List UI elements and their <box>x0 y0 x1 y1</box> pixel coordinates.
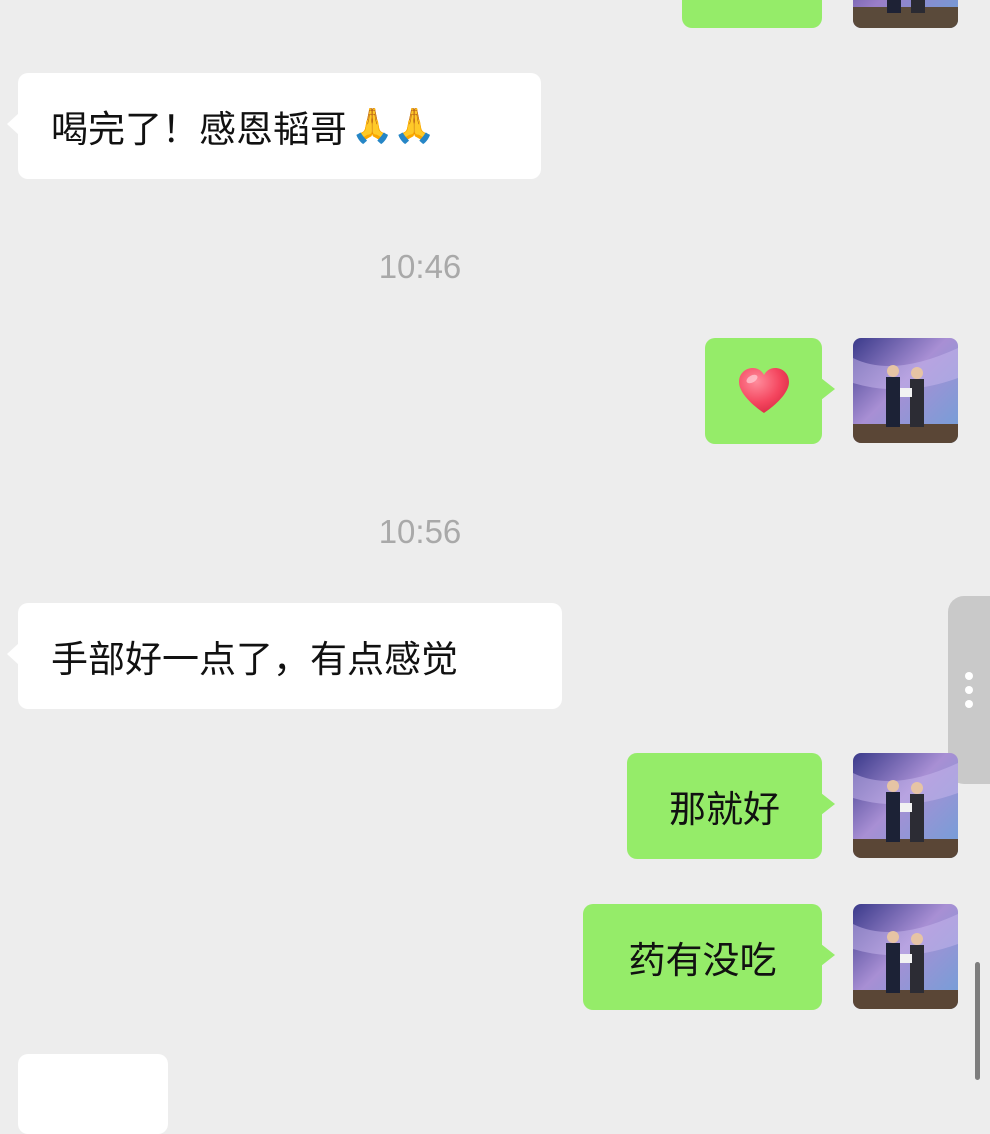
handle-dot <box>965 700 973 708</box>
outgoing-message-bubble[interactable]: 药有没吃 <box>583 904 835 1010</box>
avatar[interactable] <box>853 338 958 443</box>
avatar[interactable] <box>853 0 958 28</box>
message-text: 喝完了！感恩韬哥 <box>51 108 347 151</box>
scrollbar[interactable] <box>975 962 980 1080</box>
incoming-message-bubble[interactable]: 喝完了！感恩韬哥 🙏🙏 <box>7 73 541 179</box>
avatar[interactable] <box>853 753 958 858</box>
outgoing-bubble-partial[interactable] <box>682 0 822 28</box>
incoming-bubble-partial[interactable] <box>18 1054 168 1134</box>
message-timestamp: 10:56 <box>378 513 462 550</box>
message-timestamp: 10:46 <box>378 248 462 285</box>
heart-icon <box>737 367 791 415</box>
avatar[interactable] <box>853 904 958 1009</box>
outgoing-message-bubble[interactable] <box>705 338 835 444</box>
handle-dot <box>965 672 973 680</box>
message-text: 手部好一点了，有点感觉 <box>51 638 458 681</box>
handle-dot <box>965 686 973 694</box>
incoming-message-bubble[interactable]: 手部好一点了，有点感觉 <box>7 603 562 709</box>
message-text: 药有没吃 <box>628 939 777 982</box>
pray-emoji: 🙏🙏 <box>351 106 436 146</box>
message-text: 那就好 <box>669 788 780 831</box>
outgoing-message-bubble[interactable]: 那就好 <box>627 753 835 859</box>
